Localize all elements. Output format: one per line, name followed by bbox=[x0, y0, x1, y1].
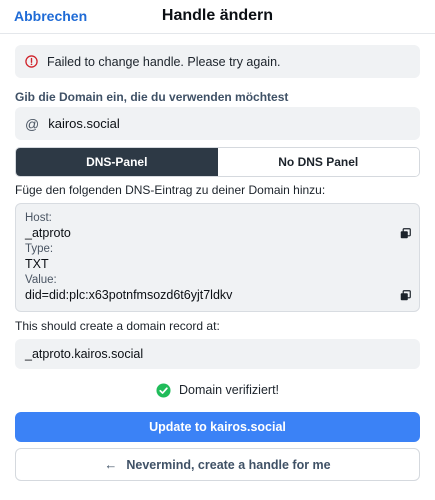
create-handle-instead-label: Nevermind, create a handle for me bbox=[126, 457, 331, 472]
type-label: Type: bbox=[25, 243, 54, 255]
arrow-left-icon: ← bbox=[104, 457, 118, 472]
record-domain-box: _atproto.kairos.social bbox=[15, 339, 420, 369]
domain-input[interactable]: @ kairos.social bbox=[15, 107, 420, 140]
dns-tab-switcher: DNS-Panel No DNS Panel bbox=[15, 147, 420, 177]
header: Abbrechen Handle ändern bbox=[0, 0, 435, 34]
record-location-text: This should create a domain record at: bbox=[15, 319, 220, 333]
update-handle-button[interactable]: Update to kairos.social bbox=[15, 412, 420, 442]
create-handle-instead-button[interactable]: ← Nevermind, create a handle for me bbox=[15, 448, 420, 481]
tab-dns-panel[interactable]: DNS-Panel bbox=[16, 148, 218, 176]
at-sign-icon: @ bbox=[25, 115, 40, 132]
copy-value-icon[interactable] bbox=[400, 290, 411, 301]
error-circle-icon bbox=[25, 55, 38, 68]
value-label: Value: bbox=[25, 274, 57, 286]
host-value[interactable]: _atproto bbox=[25, 226, 71, 240]
dns-instruction: Füge den folgenden DNS-Eintrag zu deiner… bbox=[15, 183, 326, 197]
error-banner: Failed to change handle. Please try agai… bbox=[15, 45, 420, 78]
type-value: TXT bbox=[25, 257, 49, 271]
check-circle-icon bbox=[156, 382, 171, 398]
host-label: Host: bbox=[25, 212, 52, 224]
copy-host-icon[interactable] bbox=[400, 228, 411, 239]
record-domain-value: _atproto.kairos.social bbox=[25, 347, 144, 361]
dns-record-box: Host: _atproto Type: TXT Value: did=did:… bbox=[15, 203, 420, 312]
error-message: Failed to change handle. Please try agai… bbox=[47, 54, 281, 69]
tab-no-dns-panel[interactable]: No DNS Panel bbox=[217, 148, 419, 176]
page-title: Handle ändern bbox=[161, 7, 274, 24]
value-value[interactable]: did=did:plc:x63potnfmsozd6t6yjt7ldkv bbox=[25, 288, 232, 302]
domain-field-label: Gib die Domain ein, die du verwenden möc… bbox=[15, 90, 289, 104]
domain-input-value: kairos.social bbox=[48, 116, 120, 131]
verified-text: Domain verifiziert! bbox=[178, 383, 280, 397]
verification-status: Domain verifiziert! bbox=[15, 381, 420, 399]
